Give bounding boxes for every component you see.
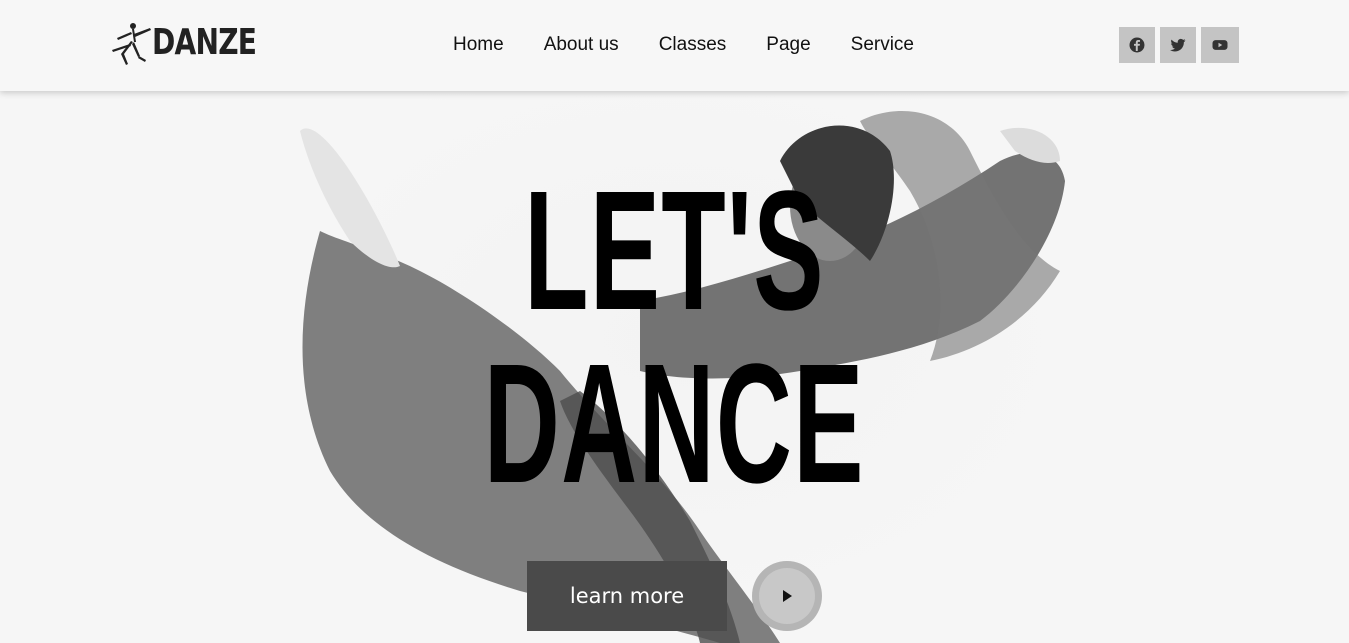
twitter-icon	[1170, 38, 1186, 52]
hero-section: LET'S DANCE learn more	[0, 91, 1349, 643]
twitter-button[interactable]	[1160, 27, 1196, 63]
nav-service[interactable]: Service	[851, 33, 914, 57]
play-button-inner	[759, 568, 815, 624]
nav-about-us[interactable]: About us	[544, 33, 619, 57]
youtube-icon	[1212, 40, 1228, 50]
site-header: DANZE Home About us Classes Page Service	[0, 0, 1349, 91]
main-nav: Home About us Classes Page Service	[453, 33, 914, 57]
headline-line-1: LET'S	[0, 166, 1349, 336]
headline-line-2: DANCE	[0, 339, 1349, 509]
headline-line-1-text: LET'S	[524, 156, 825, 346]
social-links	[1119, 27, 1239, 63]
learn-more-button[interactable]: learn more	[527, 561, 727, 631]
nav-page[interactable]: Page	[766, 33, 810, 57]
nav-home[interactable]: Home	[453, 33, 504, 57]
facebook-icon	[1129, 37, 1145, 53]
nav-classes[interactable]: Classes	[659, 33, 727, 57]
play-icon	[783, 590, 792, 602]
facebook-button[interactable]	[1119, 27, 1155, 63]
headline-line-2-text: DANCE	[484, 329, 865, 519]
dancer-logo-icon	[112, 23, 151, 65]
youtube-button[interactable]	[1201, 27, 1239, 63]
play-video-button[interactable]	[752, 561, 822, 631]
logo[interactable]: DANZE	[110, 20, 286, 66]
logo-text: DANZE	[152, 22, 257, 63]
